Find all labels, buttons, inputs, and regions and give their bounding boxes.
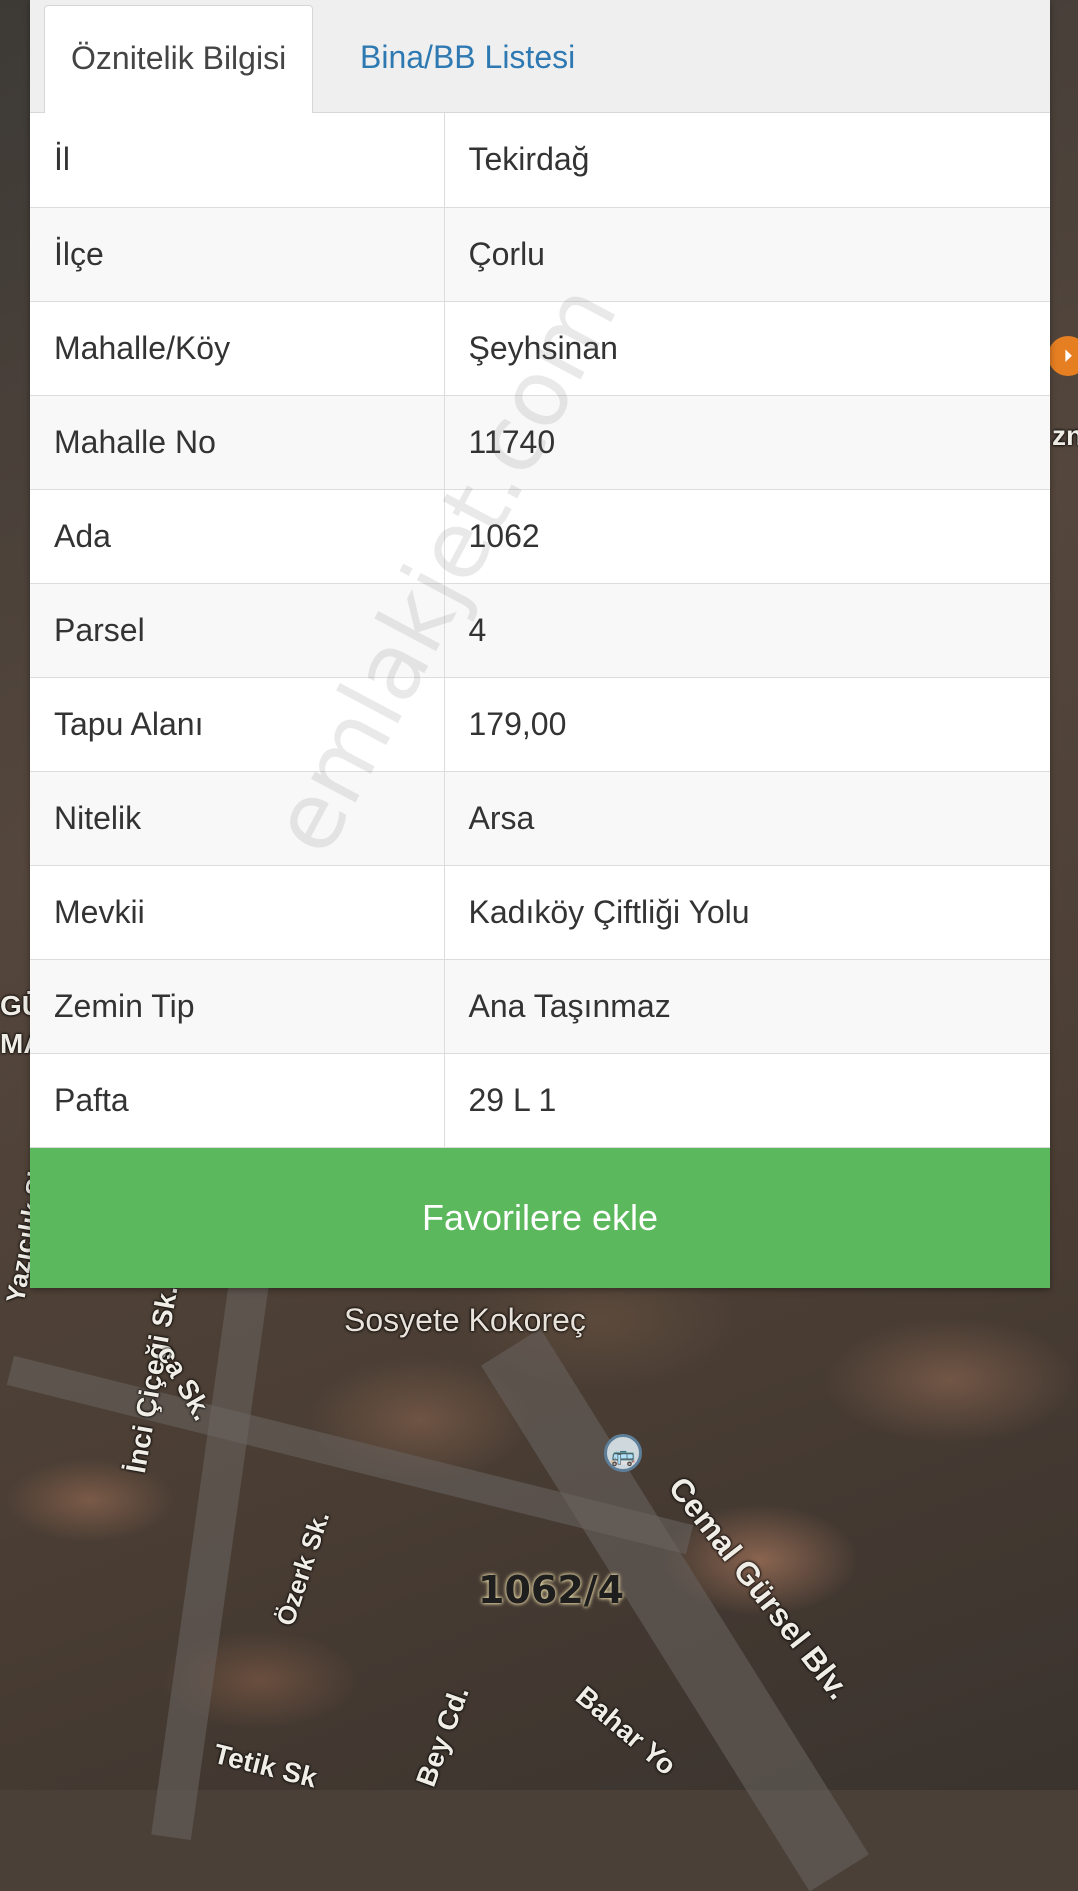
attribute-value: Kadıköy Çiftliği Yolu [444,865,1050,960]
table-row: İl Tekirdağ [30,113,1050,208]
parcel-info-panel: Öznitelik Bilgisi Bina/BB Listesi İl Tek… [30,0,1050,1288]
attribute-key: Mevkii [30,865,445,960]
attribute-value: Tekirdağ [444,113,1050,208]
attribute-value: Şeyhsinan [444,301,1050,396]
attribute-value: 179,00 [444,677,1050,772]
tab-building-list[interactable]: Bina/BB Listesi [334,5,601,113]
attribute-value: 1062 [444,489,1050,584]
table-row: Pafta 29 L 1 [30,1053,1050,1148]
attribute-value: 11740 [444,395,1050,490]
table-row: Mevkii Kadıköy Çiftliği Yolu [30,865,1050,960]
attribute-key: İl [30,113,445,208]
attribute-key: Parsel [30,583,445,678]
attribute-key: İlçe [30,207,445,302]
table-row: Ada 1062 [30,489,1050,584]
map-edge-text: zn [1052,420,1078,451]
attribute-key: Ada [30,489,445,584]
attribute-value: Çorlu [444,207,1050,302]
attribute-value: 4 [444,583,1050,678]
attribute-key: Mahalle No [30,395,445,490]
add-to-favorites-button[interactable]: Favorilere ekle [30,1147,1050,1288]
table-row: Tapu Alanı 179,00 [30,677,1050,772]
parcel-label: 1062/4 [478,1568,625,1612]
table-row: Parsel 4 [30,583,1050,678]
table-row: Nitelik Arsa [30,771,1050,866]
attribute-table: İl Tekirdağ İlçe Çorlu Mahalle/Köy Şeyhs… [30,113,1050,1148]
tab-attribute-info[interactable]: Öznitelik Bilgisi [44,5,314,113]
table-row: Zemin Tip Ana Taşınmaz [30,959,1050,1054]
attribute-value: Ana Taşınmaz [444,959,1050,1054]
attribute-value: Arsa [444,771,1050,866]
table-row: Mahalle No 11740 [30,395,1050,490]
attribute-key: Tapu Alanı [30,677,445,772]
table-row: Mahalle/Köy Şeyhsinan [30,301,1050,396]
attribute-key: Zemin Tip [30,959,445,1054]
attribute-value: 29 L 1 [444,1053,1050,1148]
attribute-key: Mahalle/Köy [30,301,445,396]
attribute-key: Pafta [30,1053,445,1148]
bus-stop-icon[interactable]: 🚌 [604,1434,642,1472]
attribute-key: Nitelik [30,771,445,866]
tab-bar: Öznitelik Bilgisi Bina/BB Listesi [30,0,1050,113]
map-poi-label: Sosyete Kokoreç [344,1302,586,1338]
table-row: İlçe Çorlu [30,207,1050,302]
